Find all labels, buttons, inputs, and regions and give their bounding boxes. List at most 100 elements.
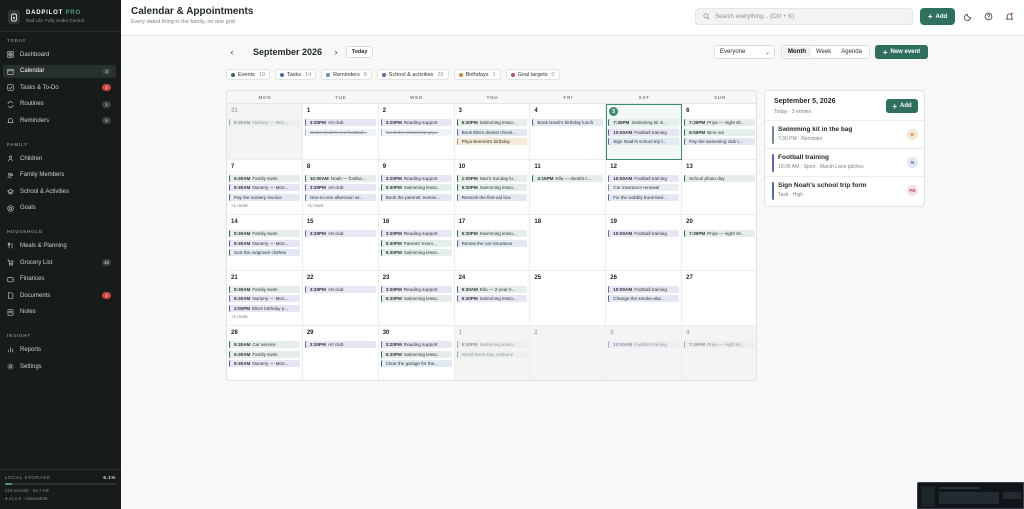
calendar-entry[interactable]: 5:30PM Swimming lesso...	[456, 341, 528, 349]
calendar-entry[interactable]: 3:30PM Art club	[304, 184, 376, 192]
view-tab-month[interactable]: Month	[783, 47, 811, 57]
day-cell[interactable]: 3 10:00AM Football training	[606, 326, 683, 380]
calendar-entry[interactable]: 4:15PM Ella — dentist c...	[532, 174, 604, 182]
calendar-entry[interactable]: 9:30AM Family swim	[229, 350, 300, 358]
view-tab-week[interactable]: Week	[811, 47, 836, 57]
preview-thumbnail[interactable]	[917, 482, 1024, 509]
new-event-button[interactable]: + New event	[875, 45, 928, 59]
calendar-entry[interactable]: 5:30PM Swimming lesso...	[456, 295, 528, 303]
day-cell[interactable]: 5 7:30PM Swimming kit in... 10:00AM Football…	[606, 104, 683, 160]
calendar-entry[interactable]: 3:20PM Reading support	[380, 341, 452, 349]
search-input[interactable]: Search everything... (Ctrl + K)	[695, 8, 913, 25]
logo-icon[interactable]	[8, 10, 20, 24]
notification-bell-icon[interactable]	[1005, 12, 1014, 21]
day-cell[interactable]: 18	[530, 215, 607, 271]
day-cell[interactable]: 14 9:30AM Family swim 9:30AM Nursery — Mon..…	[227, 215, 303, 271]
calendar-entry[interactable]: 9:30AM Nursery — Mon...	[229, 119, 300, 126]
sidebar-item-family-members[interactable]: Family Members	[3, 169, 116, 182]
calendar-entry[interactable]: 5:30PM Swimming lesso...	[456, 230, 528, 238]
sidebar-item-school-activities[interactable]: School & Activities	[3, 185, 116, 198]
day-entry[interactable]: Swimming kit in the bag 7:30 PM · Reminde…	[765, 120, 924, 148]
calendar-entry[interactable]: Renew the car insurance	[456, 239, 528, 247]
calendar-entry[interactable]: 3:20PM Reading support	[380, 230, 452, 238]
calendar-entry[interactable]: Restock the first-aid box	[456, 193, 528, 201]
calendar-entry[interactable]: 8:00PM Bins out	[684, 128, 755, 136]
calendar-entry[interactable]: 5:30PM Swimming lesso...	[380, 295, 452, 303]
day-cell[interactable]: 12 10:00AM Football training Car insurance …	[606, 159, 683, 216]
more-entries-link[interactable]: +1 more	[307, 203, 324, 208]
day-entry[interactable]: Sign Noah's school trip form Task · High P…	[765, 176, 924, 204]
day-cell[interactable]: 20 7:30PM Priya — night sh...	[682, 215, 756, 271]
day-cell[interactable]: 9 3:20PM Reading support 5:30PM Swimming les…	[378, 159, 455, 216]
calendar-entry[interactable]: 7:30PM Priya — night sh...	[684, 230, 755, 238]
calendar-entry[interactable]: 5:30PM Swimming lesso...	[456, 119, 528, 126]
calendar-entry[interactable]: 3:30PM Art club	[304, 285, 376, 293]
legend-chip-events[interactable]: Events 19	[226, 69, 270, 80]
sidebar-item-finances[interactable]: Finances	[3, 273, 116, 286]
day-cell[interactable]: 25	[530, 270, 607, 327]
sidebar-item-settings[interactable]: Settings	[3, 360, 116, 373]
day-cell[interactable]: 8 10:00AM Noah — footba... 3:30PM Art club On…	[302, 159, 379, 216]
legend-chip-reminders[interactable]: Reminders 8	[321, 69, 372, 80]
calendar-entry[interactable]: Send the school trip pay...	[380, 128, 452, 136]
sidebar-item-grocery-list[interactable]: Grocery List 10	[3, 256, 116, 269]
sidebar-item-meals-planning[interactable]: Meals & Planning	[3, 239, 116, 252]
day-cell[interactable]: 7 9:30AM Family swim 9:30AM Nursery — Mon...…	[227, 159, 303, 216]
calendar-entry[interactable]: School photo day	[684, 174, 755, 182]
calendar-entry[interactable]: Sort the outgrown clothes	[229, 249, 300, 257]
calendar-entry[interactable]: One-to-one afternoon wi...	[304, 193, 376, 201]
day-cell[interactable]: 21 9:30AM Family swim 9:30AM Nursery — Mon..…	[227, 270, 303, 327]
moon-icon[interactable]	[964, 12, 973, 21]
calendar-entry[interactable]: 5:30PM Swimming lesso...	[380, 184, 452, 192]
calendar-entry[interactable]: 10:00AM Football training	[608, 285, 680, 293]
day-cell[interactable]: 19 10:00AM Football training	[606, 215, 683, 271]
calendar-entry[interactable]: 1:00PM Nan's Sunday lu...	[456, 174, 528, 182]
calendar-entry[interactable]: Pay the swimming club t...	[684, 138, 755, 145]
sidebar-item-reports[interactable]: Reports	[3, 343, 116, 356]
more-entries-link[interactable]: +1 more	[231, 314, 248, 319]
calendar-entry[interactable]: Order Noah's new football...	[304, 128, 376, 136]
day-entry[interactable]: Football training 10:00 AM · Sport · Mars…	[765, 148, 924, 176]
calendar-entry[interactable]: Clear the garage for the...	[380, 360, 452, 368]
day-cell[interactable]: 1 5:30PM Swimming lesso... World Book Day c…	[454, 326, 531, 380]
calendar-entry[interactable]: 2:00PM Ella's birthday p...	[229, 304, 300, 312]
calendar-entry[interactable]: 5:30PM Swimming lesso...	[456, 184, 528, 192]
calendar-entry[interactable]: 9:30AM Car service	[229, 341, 300, 349]
day-cell[interactable]: 13 School photo day	[682, 160, 756, 216]
sidebar-item-goals[interactable]: Goals	[3, 202, 116, 215]
calendar-entry[interactable]: Book Ella's dentist check...	[456, 128, 528, 136]
day-cell[interactable]: 16 3:20PM Reading support 5:30PM Parents' ev…	[378, 215, 455, 271]
calendar-entry[interactable]: 3:30PM Art club	[304, 230, 376, 238]
day-cell[interactable]: 15 3:30PM Art club	[302, 215, 379, 271]
calendar-entry[interactable]: 3:30PM Art club	[304, 341, 376, 349]
day-cell[interactable]: 30 3:20PM Reading support 5:30PM Swimming le…	[379, 326, 455, 380]
calendar-entry[interactable]: 5:30PM Parents' eveni...	[380, 239, 452, 247]
day-cell[interactable]: 31 9:30AM Nursery — Mon...	[227, 104, 303, 160]
calendar-entry[interactable]: 9:30AM Family swim	[229, 285, 300, 293]
legend-chip-birthdays[interactable]: Birthdays 1	[453, 69, 501, 80]
calendar-entry[interactable]: 7:30PM Priya — night sh...	[684, 341, 755, 349]
help-icon[interactable]	[984, 12, 993, 21]
day-cell[interactable]: 22 3:30PM Art club	[302, 270, 379, 327]
calendar-entry[interactable]: Pay the nursery invoice	[229, 193, 300, 201]
day-cell[interactable]: 26 10:00AM Football training Change the smo…	[606, 270, 683, 327]
day-cell[interactable]: 23 3:20PM Reading support 5:30PM Swimming le…	[378, 270, 455, 327]
legend-chip-tasks[interactable]: Tasks 14	[274, 69, 317, 80]
calendar-entry[interactable]: Book the parents' evenin...	[380, 193, 452, 201]
calendar-entry[interactable]: Priya Bennett's birthday	[456, 138, 528, 145]
calendar-entry[interactable]: 3:20PM Reading support	[380, 285, 452, 293]
calendar-entry[interactable]: 7:30PM Swimming kit in...	[608, 119, 680, 126]
calendar-entry[interactable]: World Book Day costume	[456, 350, 528, 358]
calendar-entry[interactable]: Sign Noah's school trip f...	[608, 138, 680, 145]
day-cell[interactable]: 2	[530, 326, 607, 380]
person-filter-select[interactable]: Everyone ⌄	[714, 45, 775, 59]
calendar-entry[interactable]: 9:30AM Ella — 2-year h...	[456, 285, 528, 293]
previous-month-button[interactable]: ‹	[226, 46, 238, 58]
calendar-entry[interactable]: 10:00AM Football training	[608, 174, 680, 182]
calendar-entry[interactable]: 9:30AM Family swim	[229, 230, 300, 238]
calendar-entry[interactable]: 9:30AM Nursery — Mon...	[229, 184, 300, 192]
day-cell[interactable]: 27	[682, 271, 756, 327]
calendar-entry[interactable]: 3:20PM Reading support	[380, 174, 452, 182]
calendar-entry[interactable]: 10:00AM Football training	[608, 341, 680, 349]
calendar-entry[interactable]: 9:30AM Nursery — Mon...	[229, 239, 300, 247]
